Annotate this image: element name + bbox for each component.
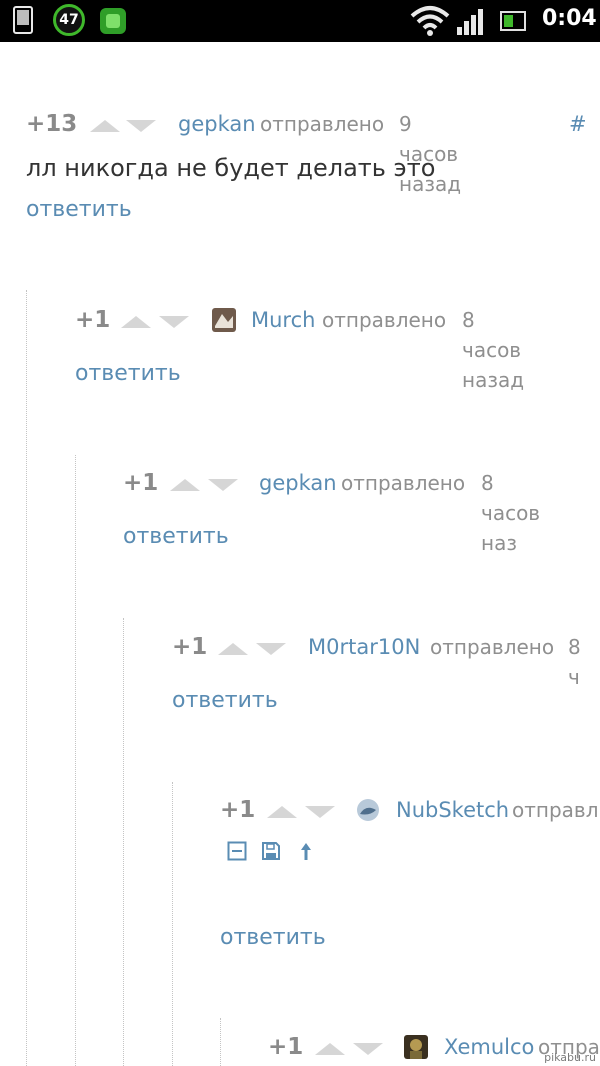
phone-icon	[13, 6, 33, 34]
user-avatar	[404, 1035, 428, 1059]
comment-score: +13	[26, 111, 78, 137]
comment-time: 8 часов наз	[481, 471, 541, 555]
comment-time: 8 ч	[568, 635, 581, 689]
comment-author-link[interactable]: NubSketch	[396, 795, 509, 825]
sent-label: отправлено	[430, 635, 555, 659]
parent-arrow-icon[interactable]	[296, 841, 316, 861]
app-notification-icon	[100, 8, 126, 34]
user-avatar	[212, 308, 236, 332]
user-avatar	[357, 799, 379, 821]
downvote-arrow-icon[interactable]	[256, 643, 286, 655]
upvote-arrow-icon[interactable]	[121, 316, 151, 328]
status-bar: 47 0:04	[0, 0, 600, 42]
thread-line	[123, 618, 124, 1066]
comment-score: +1	[123, 470, 159, 496]
comment-text: лл никогда не будет делать это	[26, 154, 436, 182]
comment-score: +1	[172, 634, 208, 660]
upvote-arrow-icon[interactable]	[267, 806, 297, 818]
collapse-icon[interactable]	[227, 841, 247, 861]
sent-label: отправлено	[341, 471, 466, 495]
downvote-arrow-icon[interactable]	[305, 806, 335, 818]
sent-label: отправлено	[260, 112, 385, 136]
reply-link[interactable]: ответить	[123, 522, 229, 552]
wifi-icon	[410, 6, 450, 36]
comment-time: 8 часов назад	[462, 308, 525, 392]
thread-line	[75, 455, 76, 1066]
save-icon[interactable]	[261, 841, 281, 861]
reply-link[interactable]: ответить	[172, 686, 278, 716]
downvote-arrow-icon[interactable]	[126, 120, 156, 132]
comment-permalink[interactable]: #	[569, 109, 587, 139]
comment-score: +1	[75, 307, 111, 333]
reply-link[interactable]: ответить	[75, 359, 181, 389]
signal-icon	[457, 9, 483, 35]
comment-author-link[interactable]: gepkan	[259, 468, 337, 498]
comment-score: +1	[268, 1034, 304, 1060]
thread-line	[220, 1018, 221, 1066]
thread-line	[172, 782, 173, 1066]
upvote-arrow-icon[interactable]	[170, 479, 200, 491]
downvote-arrow-icon[interactable]	[353, 1043, 383, 1055]
watermark: pikabu.ru	[544, 1051, 596, 1064]
reply-link[interactable]: ответить	[26, 195, 132, 225]
reply-link[interactable]: ответить	[220, 923, 326, 953]
upvote-arrow-icon[interactable]	[218, 643, 248, 655]
battery-icon	[500, 11, 526, 31]
thread-line	[26, 290, 27, 1066]
comment-author-link[interactable]: M0rtar10N	[308, 632, 420, 662]
comment-author-link[interactable]: Murch	[251, 305, 315, 335]
comment-score: +1	[220, 797, 256, 823]
upvote-arrow-icon[interactable]	[315, 1043, 345, 1055]
comment-author-link[interactable]: gepkan	[178, 109, 256, 139]
clock: 0:04	[542, 6, 597, 31]
downvote-arrow-icon[interactable]	[159, 316, 189, 328]
sent-label: отправлено	[322, 308, 447, 332]
comment-author-link[interactable]: Xemulco	[444, 1032, 534, 1062]
notification-count-badge: 47	[53, 4, 85, 36]
downvote-arrow-icon[interactable]	[208, 479, 238, 491]
upvote-arrow-icon[interactable]	[90, 120, 120, 132]
sent-label: отправл	[512, 798, 599, 822]
